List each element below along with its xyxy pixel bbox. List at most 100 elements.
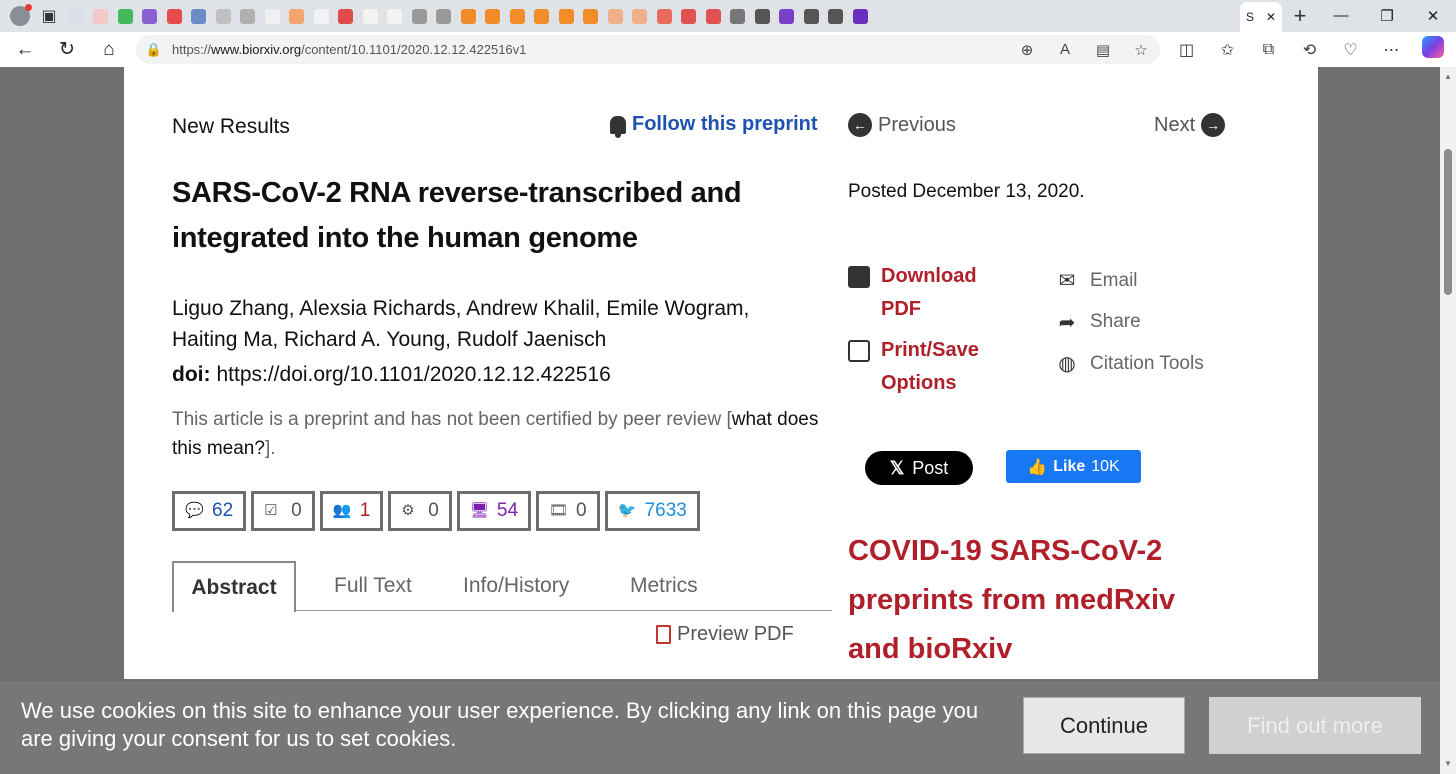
browser-tab[interactable] bbox=[848, 4, 873, 28]
metric-gears[interactable]: ⚙ 0 bbox=[388, 491, 452, 531]
collections-icon[interactable]: ⧉ bbox=[1248, 41, 1289, 59]
browser-tab[interactable] bbox=[260, 4, 285, 28]
close-window-icon[interactable]: ✕ bbox=[1410, 7, 1456, 25]
download-pdf-link[interactable]: Download PDF bbox=[848, 260, 1018, 326]
metric-comments[interactable]: 💬 62 bbox=[172, 491, 247, 531]
scroll-down-icon[interactable]: ▼ bbox=[1444, 759, 1452, 768]
print-save-link[interactable]: Print/Save Options bbox=[848, 334, 1018, 400]
split-screen-icon[interactable]: ◫ bbox=[1166, 40, 1207, 60]
browser-tab[interactable] bbox=[407, 4, 432, 28]
tab-favicon-icon bbox=[779, 8, 795, 24]
read-aloud-icon[interactable]: A bbox=[1046, 41, 1084, 59]
next-link[interactable]: Next → bbox=[1154, 113, 1226, 137]
browser-tab[interactable] bbox=[432, 4, 457, 28]
covid-preprints-heading[interactable]: COVID-19 SARS-CoV-2 preprints from medRx… bbox=[848, 527, 1228, 674]
browser-tab[interactable] bbox=[187, 4, 212, 28]
browser-tab[interactable] bbox=[530, 4, 555, 28]
browser-tab[interactable] bbox=[554, 4, 579, 28]
browser-tab[interactable] bbox=[799, 4, 824, 28]
refresh-icon[interactable]: ↻ bbox=[46, 32, 88, 67]
favorite-star-icon[interactable]: ☆ bbox=[1122, 41, 1160, 59]
x-logo-icon: 𝕏 bbox=[889, 457, 905, 478]
browser-tab[interactable] bbox=[334, 4, 359, 28]
address-url[interactable]: https://www.biorxiv.org/content/10.1101/… bbox=[172, 42, 1008, 57]
browser-tab[interactable] bbox=[603, 4, 628, 28]
back-icon[interactable]: ← bbox=[4, 32, 46, 67]
tab-abstract[interactable]: Abstract bbox=[172, 561, 296, 612]
browser-tab[interactable] bbox=[456, 4, 481, 28]
find-out-more-button[interactable]: Find out more bbox=[1209, 697, 1421, 754]
browser-tab[interactable] bbox=[358, 4, 383, 28]
previous-link[interactable]: ← Previous bbox=[848, 113, 956, 137]
citation-tools-link[interactable]: ◍ Citation Tools bbox=[1054, 343, 1203, 385]
home-icon[interactable]: ⌂ bbox=[88, 32, 130, 67]
lock-icon[interactable]: 🔒 bbox=[136, 42, 172, 58]
minimize-icon[interactable]: — bbox=[1318, 7, 1364, 25]
scrollbar-thumb[interactable] bbox=[1444, 149, 1452, 295]
browser-tab[interactable] bbox=[309, 4, 334, 28]
tab-favicon-icon bbox=[509, 8, 525, 24]
restore-icon[interactable]: ❐ bbox=[1364, 7, 1410, 25]
favorites-icon[interactable]: ✩ bbox=[1207, 40, 1248, 60]
scroll-up-icon[interactable]: ▲ bbox=[1444, 72, 1452, 81]
profile-avatar[interactable] bbox=[6, 2, 34, 30]
continue-button[interactable]: Continue bbox=[1023, 697, 1185, 754]
zoom-icon[interactable]: ⊕ bbox=[1008, 41, 1046, 59]
browser-tab[interactable] bbox=[677, 4, 702, 28]
browser-tab[interactable] bbox=[89, 4, 114, 28]
tab-info-history[interactable]: Info/History bbox=[463, 561, 569, 611]
follow-preprint-link[interactable]: Follow this preprint bbox=[610, 113, 818, 138]
new-tab-button[interactable]: + bbox=[1282, 3, 1318, 29]
section-label: New Results bbox=[172, 115, 290, 138]
metric-twitter[interactable]: 🐦 7633 bbox=[604, 491, 700, 531]
metric-people[interactable]: 👥 1 bbox=[319, 491, 384, 531]
browser-tab[interactable] bbox=[285, 4, 310, 28]
facebook-like-button[interactable]: 👍 Like 10K bbox=[1006, 450, 1141, 483]
metric-reviews[interactable]: ☑ 0 bbox=[251, 491, 315, 531]
browser-tab[interactable] bbox=[726, 4, 751, 28]
browser-tab[interactable] bbox=[505, 4, 530, 28]
copilot-icon[interactable] bbox=[1412, 36, 1453, 63]
browser-tab[interactable] bbox=[652, 4, 677, 28]
doi-link[interactable]: https://doi.org/10.1101/2020.12.12.42251… bbox=[216, 363, 610, 386]
share-link[interactable]: ➦ Share bbox=[1054, 302, 1204, 344]
browser-tab[interactable] bbox=[113, 4, 138, 28]
address-bar[interactable]: 🔒 https://www.biorxiv.org/content/10.110… bbox=[136, 35, 1160, 64]
tab-actions-icon[interactable]: ▣ bbox=[34, 2, 64, 30]
browser-tab[interactable] bbox=[236, 4, 261, 28]
tab-favicon-icon bbox=[289, 8, 305, 24]
history-icon[interactable]: ⟲ bbox=[1289, 40, 1330, 60]
external-link-icon bbox=[848, 266, 870, 288]
reader-view-icon[interactable]: ▤ bbox=[1084, 41, 1122, 59]
browser-tab[interactable] bbox=[579, 4, 604, 28]
browser-tab[interactable] bbox=[138, 4, 163, 28]
tab-favicon-icon bbox=[485, 8, 501, 24]
tab-metrics[interactable]: Metrics bbox=[630, 561, 698, 611]
browser-tab[interactable] bbox=[162, 4, 187, 28]
health-icon[interactable]: ♡ bbox=[1330, 40, 1371, 60]
browser-tab[interactable] bbox=[775, 4, 800, 28]
browser-tab[interactable] bbox=[750, 4, 775, 28]
tab-active[interactable]: S ✕ bbox=[1240, 2, 1282, 32]
tab-favicon-icon bbox=[730, 8, 746, 24]
browser-tab[interactable] bbox=[383, 4, 408, 28]
browser-tab[interactable] bbox=[211, 4, 236, 28]
x-post-button[interactable]: 𝕏 Post bbox=[865, 451, 973, 485]
page-scrollbar[interactable]: ▲ ▼ bbox=[1440, 67, 1456, 774]
metric-monitor[interactable]: 🖥 54 bbox=[456, 491, 532, 531]
browser-tab[interactable] bbox=[701, 4, 726, 28]
more-menu-icon[interactable]: ⋯ bbox=[1371, 40, 1412, 60]
browser-tab[interactable] bbox=[64, 4, 89, 28]
preview-pdf-link[interactable]: Preview PDF bbox=[656, 623, 794, 646]
tab-strip: ▣ S ✕ + — ❐ ✕ bbox=[0, 0, 1456, 32]
metric-value: 1 bbox=[359, 500, 371, 521]
twitter-icon: 🐦 bbox=[617, 502, 637, 519]
metric-film[interactable]: 🎞 0 bbox=[536, 491, 600, 531]
tab-full-text[interactable]: Full Text bbox=[334, 561, 412, 611]
browser-tab[interactable] bbox=[481, 4, 506, 28]
browser-tab[interactable] bbox=[628, 4, 653, 28]
download-options: Download PDF Print/Save Options bbox=[848, 260, 1018, 408]
browser-tab[interactable] bbox=[824, 4, 849, 28]
close-tab-icon[interactable]: ✕ bbox=[1266, 10, 1276, 24]
email-link[interactable]: ✉ Email bbox=[1054, 260, 1204, 302]
